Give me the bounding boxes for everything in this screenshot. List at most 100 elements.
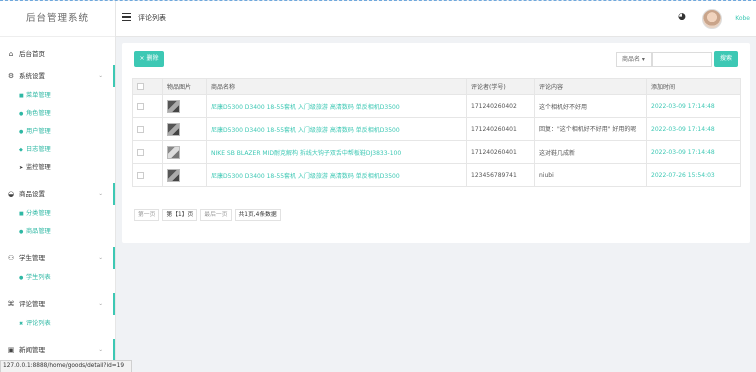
table-row: 尼康D5300 D3400 18-55套机 入门级旅游 高清数码 单反相机D35… [132, 163, 741, 187]
sidebar-group-goods[interactable]: ◒ 商品设置 ⌄ [0, 183, 115, 205]
menu-toggle-icon[interactable] [122, 13, 131, 21]
product-name-link[interactable]: 尼康D5300 D3400 18-55套机 入门级旅游 高清数码 单反相机D35… [206, 117, 467, 141]
chevron-down-icon: ⌄ [98, 301, 103, 307]
column-header: 评论内容 [534, 78, 647, 95]
search-input[interactable] [652, 52, 712, 67]
row-checkbox[interactable] [137, 125, 144, 133]
commenter-id: 123456789741 [466, 163, 535, 187]
sidebar-item-label: 分类管理 [26, 210, 51, 217]
sidebar-item-label: 日志管理 [26, 146, 51, 153]
sidebar: 后台管理系统 ⌂ 后台首页 ⚙ 系统设置 ⌄ ■ 菜单管理 ● 角色管理 ● 用户管理… [0, 1, 116, 372]
table-header-row: 物品图片 商品名称 评论者(学号) 评论内容 添加时间 [132, 78, 741, 95]
sidebar-item-goods[interactable]: ● 商品管理 [0, 223, 115, 241]
select-all-cell[interactable] [132, 78, 163, 95]
product-name-link[interactable]: NIKE SB BLAZER MID耐克解构 拆线大钩子双舌中帮板鞋DJ3833… [206, 140, 467, 164]
added-time: 2022-03-09 17:14:48 [646, 117, 741, 141]
home-icon: ⌂ [8, 50, 14, 58]
username[interactable]: Kobe [735, 15, 750, 22]
row-checkbox[interactable] [137, 171, 144, 179]
sidebar-item-label: 菜单管理 [26, 92, 51, 99]
goods-icon: ● [19, 229, 24, 235]
sidebar-item-roles[interactable]: ● 角色管理 [0, 105, 115, 123]
delete-button[interactable]: × 删除 [134, 51, 164, 67]
table-row: 尼康D5300 D3400 18-55套机 入门级旅游 高清数码 单反相机D35… [132, 117, 741, 141]
chevron-down-icon: ⌄ [98, 347, 103, 353]
comment-table: 物品图片 商品名称 评论者(学号) 评论内容 添加时间 尼康D5300 D340… [132, 78, 741, 187]
column-header: 商品名称 [206, 78, 467, 95]
select-all-checkbox[interactable] [137, 83, 144, 90]
admin-app: 后台管理系统 ⌂ 后台首页 ⚙ 系统设置 ⌄ ■ 菜单管理 ● 角色管理 ● 用户管理… [0, 0, 756, 372]
product-image[interactable] [167, 122, 180, 136]
added-time: 2022-03-09 17:14:48 [646, 140, 741, 164]
sidebar-group-system[interactable]: ⚙ 系统设置 ⌄ [0, 65, 115, 87]
column-header: 物品图片 [162, 78, 207, 95]
comment-list-card: × 删除 商品名 ▾ 搜索 物品图片 商品名称 评论者(学号) 评论内容 添加时… [122, 43, 750, 243]
users-icon: ● [19, 129, 24, 135]
sidebar-item-label: 后台首页 [19, 50, 45, 58]
sidebar-group-students[interactable]: ⚇ 学生管理 ⌄ [0, 247, 115, 269]
sidebar-group-comments[interactable]: ⌘ 评论管理 ⌄ [0, 293, 115, 315]
sidebar-item-label: 角色管理 [26, 110, 51, 117]
comment-content: 回复："这个相机好不好用" 好用的呢 [534, 117, 647, 141]
commenter-id: 171240260401 [466, 140, 535, 164]
sidebar-item-label: 用户管理 [26, 128, 51, 135]
product-image[interactable] [167, 168, 180, 182]
search-field-select[interactable]: 商品名 ▾ [616, 52, 652, 67]
sidebar-item-label: 学生列表 [26, 274, 51, 281]
pagination: 第一页 第【1】页 最后一页 共1页,4条数据 [134, 209, 281, 221]
comment-content: niubi [534, 163, 647, 187]
send-icon: ➤ [19, 165, 24, 171]
sidebar-item-label: 商品管理 [26, 228, 51, 235]
sidebar-item-menu[interactable]: ■ 菜单管理 [0, 87, 115, 105]
row-checkbox[interactable] [137, 148, 144, 156]
sidebar-item-comment-list[interactable]: ✖ 评论列表 [0, 315, 115, 333]
browser-status-url: 127.0.0.1:8888/home/goods/detail?id=19 [0, 360, 132, 372]
first-page-button[interactable]: 第一页 [134, 209, 160, 221]
search-button[interactable]: 搜索 [714, 51, 738, 67]
page-total: 共1页,4条数据 [234, 209, 281, 221]
sidebar-item-label: 评论管理 [19, 300, 45, 308]
palette-icon[interactable]: ◕ [678, 12, 688, 22]
product-image[interactable] [167, 99, 180, 113]
avatar[interactable] [702, 9, 722, 29]
last-page-button[interactable]: 最后一页 [200, 209, 232, 221]
sidebar-group-news[interactable]: ▣ 新闻管理 ⌄ [0, 339, 115, 361]
news-icon: ▣ [7, 346, 15, 354]
sidebar-item-home[interactable]: ⌂ 后台首页 [0, 43, 115, 65]
user-icon: ● [19, 275, 24, 281]
sidebar-item-category[interactable]: ■ 分类管理 [0, 205, 115, 223]
basket-icon: ◒ [7, 190, 15, 198]
app-logo: 后台管理系统 [0, 1, 115, 37]
sidebar-item-label: 监控管理 [26, 164, 51, 171]
chevron-down-icon: ⌄ [98, 255, 103, 261]
people-icon: ⚇ [7, 254, 15, 262]
product-name-link[interactable]: 尼康D5300 D3400 18-55套机 入门级旅游 高清数码 单反相机D35… [206, 94, 467, 118]
comment-icon: ✖ [19, 321, 24, 327]
sidebar-item-users[interactable]: ● 用户管理 [0, 123, 115, 141]
sidebar-item-logs[interactable]: ◆ 日志管理 [0, 141, 115, 159]
comment-content: 这对鞋几成新 [534, 140, 647, 164]
topbar: 评论列表 ◕ Kobe [116, 1, 756, 37]
sidebar-item-label: 系统设置 [19, 72, 45, 80]
gear-icon: ⚙ [7, 72, 15, 80]
column-header: 评论者(学号) [466, 78, 535, 95]
column-header: 添加时间 [646, 78, 741, 95]
sidebar-item-student-list[interactable]: ● 学生列表 [0, 269, 115, 287]
sidebar-item-label: 商品设置 [19, 190, 45, 198]
sidebar-item-label: 学生管理 [19, 254, 45, 262]
product-image[interactable] [167, 145, 180, 159]
current-page: 第【1】页 [162, 209, 198, 221]
sidebar-item-monitor[interactable]: ➤ 监控管理 [0, 159, 115, 177]
page-title: 评论列表 [138, 14, 166, 22]
table-row: NIKE SB BLAZER MID耐克解构 拆线大钩子双舌中帮板鞋DJ3833… [132, 140, 741, 164]
chevron-down-icon: ⌄ [98, 191, 103, 197]
list-icon: ■ [19, 93, 24, 99]
sidebar-item-label: 新闻管理 [19, 346, 45, 354]
product-name-link[interactable]: 尼康D5300 D3400 18-55套机 入门级旅游 高清数码 单反相机D35… [206, 163, 467, 187]
row-checkbox[interactable] [137, 102, 144, 110]
chevron-down-icon: ⌄ [98, 73, 103, 79]
table-row: 尼康D5300 D3400 18-55套机 入门级旅游 高清数码 单反相机D35… [132, 94, 741, 118]
commenter-id: 171240260402 [466, 94, 535, 118]
tag-icon: ◆ [19, 147, 23, 153]
commenter-id: 171240260401 [466, 117, 535, 141]
